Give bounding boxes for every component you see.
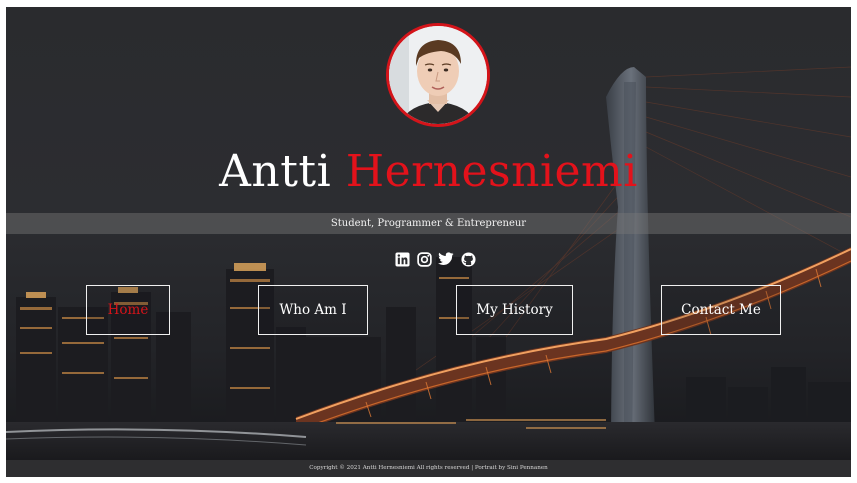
instagram-icon[interactable] [416,251,432,267]
profile-portrait [386,23,490,127]
title-last-name: Hernesniemi [345,146,638,197]
nav-contact-me-button[interactable]: Contact Me [661,285,781,335]
github-icon[interactable] [460,251,476,267]
linkedin-icon[interactable] [394,251,410,267]
twitter-icon[interactable] [438,251,454,267]
title-first-name: Antti [219,146,332,197]
footer-copyright: Copyright © 2021 Antti Hernesniemi All r… [6,460,851,477]
social-links [394,250,476,268]
page-title: Antti Hernesniemi [6,145,851,199]
tagline: Student, Programmer & Entrepreneur [330,218,527,229]
nav-home-button[interactable]: Home [86,285,170,335]
nav-my-history-button[interactable]: My History [456,285,573,335]
page-frame: Antti Hernesniemi Student, Programmer & … [6,7,851,477]
nav-who-am-i-button[interactable]: Who Am I [258,285,368,335]
